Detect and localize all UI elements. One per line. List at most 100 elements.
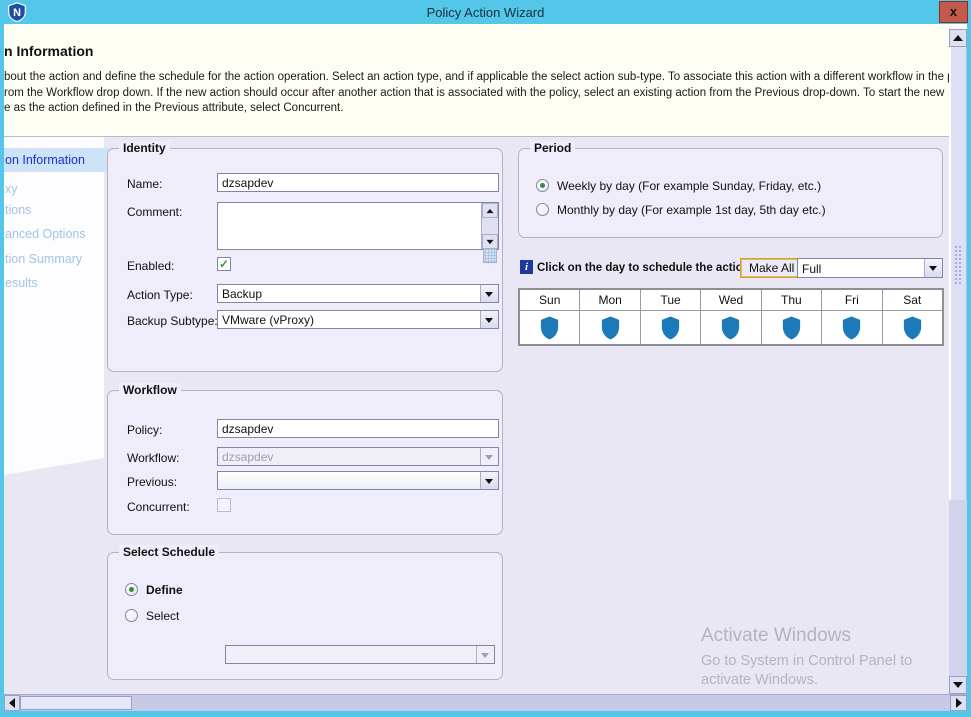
weekly-by-day-radio[interactable] — [536, 179, 549, 192]
backup-level-value: Full — [802, 262, 922, 276]
wizard-description: bout the action and define the schedule … — [4, 70, 943, 117]
period-legend: Period — [530, 141, 575, 155]
shield-icon — [659, 315, 682, 341]
backup-subtype-value: VMware (vProxy) — [222, 313, 478, 327]
day-cell-thu[interactable] — [762, 311, 822, 344]
comment-textarea[interactable] — [217, 202, 499, 250]
define-radio[interactable] — [125, 583, 138, 596]
day-header-wed: Wed — [701, 290, 761, 310]
scroll-thumb[interactable] — [483, 247, 497, 263]
period-group: Period Weekly by day (For example Sunday… — [518, 148, 943, 238]
select-schedule-legend: Select Schedule — [119, 545, 219, 559]
scroll-up-button[interactable] — [949, 29, 967, 47]
day-cell-sun[interactable] — [520, 311, 580, 344]
day-cell-fri[interactable] — [822, 311, 882, 344]
day-cell-sat[interactable] — [883, 311, 942, 344]
scroll-down-button[interactable] — [949, 676, 967, 694]
horizontal-scroll-thumb[interactable] — [20, 696, 132, 710]
watermark-line: Go to System in Control Panel to — [701, 653, 912, 669]
backup-subtype-label: Backup Subtype: — [127, 314, 218, 328]
chevron-down-icon[interactable] — [480, 311, 498, 328]
day-header-fri: Fri — [822, 290, 882, 310]
scroll-grip — [954, 245, 963, 285]
select-schedule-group: Select Schedule Define Select — [107, 552, 503, 680]
window-title: Policy Action Wizard — [0, 5, 971, 20]
weekly-by-day-label: Weekly by day (For example Sunday, Frida… — [557, 179, 821, 193]
name-label: Name: — [127, 177, 162, 191]
watermark-line: Activate Windows — [701, 625, 912, 647]
workflow-label: Workflow: — [127, 451, 179, 465]
dialog-body: n Information bout the action and define… — [4, 24, 967, 711]
comment-label: Comment: — [127, 205, 182, 219]
workflow-value: dzsapdev — [222, 450, 478, 464]
schedule-info-text: Click on the day to schedule the action — [537, 262, 750, 274]
identity-group: Identity Name: Comment: Enabled: ✓ Actio… — [107, 148, 503, 372]
define-label: Define — [146, 583, 183, 597]
activate-windows-watermark: Activate Windows Go to System in Control… — [701, 625, 912, 688]
shield-icon — [538, 315, 561, 341]
day-cell-tue[interactable] — [641, 311, 701, 344]
info-icon: i — [520, 260, 533, 274]
shield-icon — [840, 315, 863, 341]
scroll-up-button[interactable] — [482, 203, 498, 218]
select-radio[interactable] — [125, 609, 138, 622]
backup-subtype-select[interactable]: VMware (vProxy) — [217, 310, 499, 329]
chevron-down-icon[interactable] — [480, 285, 498, 302]
wizard-header: n Information bout the action and define… — [4, 24, 967, 137]
day-cell-mon[interactable] — [580, 311, 640, 344]
day-icon-row — [520, 311, 942, 344]
page-title: n Information — [4, 43, 93, 59]
name-input[interactable] — [217, 173, 499, 192]
scroll-right-button[interactable] — [950, 695, 967, 711]
vertical-scrollbar[interactable] — [949, 29, 967, 694]
day-header-row: Sun Mon Tue Wed Thu Fri Sat — [520, 290, 942, 311]
shield-icon — [901, 315, 924, 341]
day-cell-wed[interactable] — [701, 311, 761, 344]
day-header-sun: Sun — [520, 290, 580, 310]
scroll-left-button[interactable] — [4, 695, 20, 711]
description-line: rom the Workflow drop down. If the new a… — [4, 86, 943, 102]
description-line: e as the action defined in the Previous … — [4, 101, 943, 117]
policy-label: Policy: — [127, 423, 162, 437]
identity-legend: Identity — [119, 141, 170, 155]
sidebar-item-advanced-options[interactable]: anced Options — [4, 227, 122, 241]
sidebar-item-proxy[interactable]: xy — [4, 182, 122, 196]
action-type-select[interactable]: Backup — [217, 284, 499, 303]
sidebar-item-action-summary[interactable]: tion Summary — [4, 252, 122, 266]
policy-input[interactable] — [217, 419, 499, 438]
vertical-scroll-thumb[interactable] — [949, 47, 967, 500]
previous-label: Previous: — [127, 475, 177, 489]
sidebar-item-action-information[interactable]: on Information — [4, 148, 122, 172]
chevron-down-icon — [480, 448, 498, 465]
weekly-schedule-table: Sun Mon Tue Wed Thu Fri Sat — [518, 288, 944, 346]
action-type-value: Backup — [222, 287, 478, 301]
make-all-button[interactable]: Make All — [740, 258, 803, 278]
day-header-thu: Thu — [762, 290, 822, 310]
chevron-down-icon[interactable] — [480, 472, 498, 489]
concurrent-label: Concurrent: — [127, 500, 190, 514]
shield-icon — [780, 315, 803, 341]
chevron-down-icon[interactable] — [924, 259, 942, 277]
title-bar: N Policy Action Wizard x — [0, 0, 971, 24]
policy-action-wizard-window: N Policy Action Wizard x n Information b… — [0, 0, 971, 717]
enabled-checkbox[interactable]: ✓ — [217, 257, 231, 271]
scroll-down-button[interactable] — [482, 234, 498, 249]
workflow-group: Workflow Policy: Workflow: dzsapdev Prev… — [107, 390, 503, 535]
enabled-label: Enabled: — [127, 259, 174, 273]
monthly-by-day-label: Monthly by day (For example 1st day, 5th… — [557, 203, 826, 217]
backup-level-select[interactable]: Full — [797, 258, 943, 278]
sidebar-item-options[interactable]: tions — [4, 203, 122, 217]
previous-select[interactable] — [217, 471, 499, 490]
workflow-legend: Workflow — [119, 383, 181, 397]
close-button[interactable]: x — [939, 1, 968, 23]
horizontal-scrollbar[interactable] — [4, 694, 967, 711]
schedule-select — [225, 645, 495, 664]
comment-scrollbar[interactable] — [481, 203, 498, 249]
sidebar-item-results[interactable]: esults — [4, 276, 122, 290]
monthly-by-day-radio[interactable] — [536, 203, 549, 216]
chevron-down-icon — [476, 646, 494, 663]
watermark-line: activate Windows. — [701, 672, 912, 688]
day-header-sat: Sat — [883, 290, 942, 310]
shield-icon — [599, 315, 622, 341]
shield-icon — [719, 315, 742, 341]
